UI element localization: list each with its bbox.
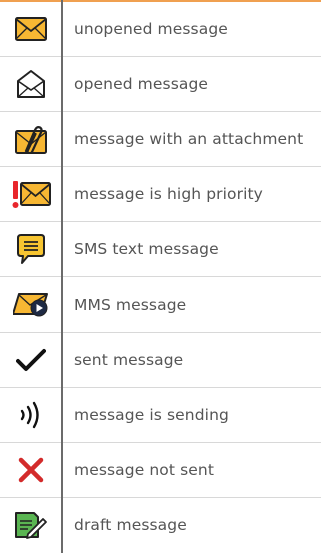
mms-envelope-icon <box>0 277 61 331</box>
legend-label: sent message <box>74 350 184 369</box>
legend-row-sent: sent message <box>0 333 321 388</box>
legend-label: opened message <box>74 75 209 94</box>
legend-label: unopened message <box>74 20 228 39</box>
legend-label: SMS text message <box>74 240 219 259</box>
legend-row-draft: draft message <box>0 498 321 553</box>
red-x-icon <box>0 443 61 497</box>
unopened-envelope-icon <box>0 2 61 56</box>
message-icon-legend: unopened message opened message message … <box>0 2 321 553</box>
legend-row-sending: message is sending <box>0 388 321 443</box>
legend-label: message is high priority <box>74 185 263 204</box>
opened-envelope-icon <box>0 57 61 111</box>
legend-label: message not sent <box>74 460 215 479</box>
legend-label: message is sending <box>74 405 229 424</box>
sms-bubble-icon <box>0 222 61 276</box>
legend-row-attachment: message with an attachment <box>0 112 321 168</box>
draft-pencil-icon <box>0 498 61 553</box>
legend-row-unopened: unopened message <box>0 2 321 58</box>
sending-waves-icon <box>0 388 61 442</box>
column-divider <box>61 0 63 553</box>
legend-row-high-priority: message is high priority <box>0 167 321 223</box>
legend-label: draft message <box>74 516 187 535</box>
legend-row-not-sent: message not sent <box>0 443 321 498</box>
legend-label: message with an attachment <box>74 130 304 149</box>
legend-row-opened: opened message <box>0 57 321 113</box>
legend-row-sms: SMS text message <box>0 222 321 278</box>
high-priority-envelope-icon <box>0 167 61 221</box>
checkmark-icon <box>0 333 61 387</box>
legend-label: MMS message <box>74 295 187 314</box>
legend-row-mms: MMS message <box>0 277 321 333</box>
attachment-envelope-icon <box>0 112 61 166</box>
